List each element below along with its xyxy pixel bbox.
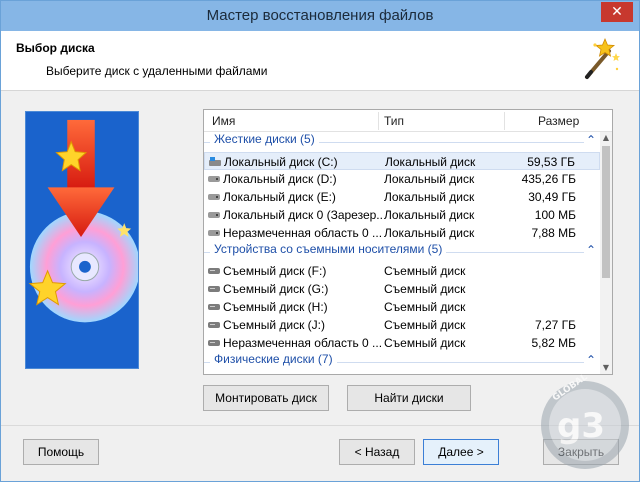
drive-name: Локальный диск 0 (Зарезер...	[223, 208, 383, 222]
drive-size: 59,53 ГБ	[527, 155, 575, 169]
list-item[interactable]: Локальный диск (C:) Локальный диск 59,53…	[204, 152, 600, 170]
next-button[interactable]: Далее >	[423, 439, 499, 465]
removable-drive-icon	[208, 304, 220, 310]
vertical-scrollbar[interactable]: ▲ ▼	[600, 132, 612, 374]
drive-name: Локальный диск (D:)	[223, 172, 337, 186]
collapse-chevron-icon[interactable]: ⌃	[586, 243, 596, 257]
drive-size: 30,49 ГБ	[528, 190, 576, 204]
drive-type: Съемный диск	[384, 336, 466, 350]
column-divider[interactable]	[378, 112, 379, 130]
removable-drive-icon	[208, 268, 220, 274]
list-rows: Жесткие диски (5) ⌃ Локальный диск (C:) …	[204, 132, 600, 372]
magic-wand-icon	[585, 37, 620, 79]
removable-drive-icon	[208, 286, 220, 292]
find-disks-button[interactable]: Найти диски	[347, 385, 471, 411]
list-item[interactable]: Неразмеченная область 0 ... Локальный ди…	[204, 224, 600, 242]
list-item[interactable]: Съемный диск (J:) Съемный диск 7,27 ГБ	[204, 316, 600, 334]
disk-list[interactable]: Имя Тип Размер Жесткие диски (5) ⌃ Локал…	[203, 109, 613, 375]
drive-type: Локальный диск	[385, 155, 476, 169]
drive-type: Съемный диск	[384, 282, 466, 296]
drive-type: Съемный диск	[384, 300, 466, 314]
list-item[interactable]: Локальный диск (D:) Локальный диск 435,2…	[204, 170, 600, 188]
removable-drive-icon	[208, 340, 220, 346]
column-name[interactable]: Имя	[212, 114, 235, 128]
drive-type: Съемный диск	[384, 318, 466, 332]
drive-size: 435,26 ГБ	[521, 172, 576, 186]
drive-type: Локальный диск	[384, 226, 475, 240]
scrollbar-thumb[interactable]	[602, 146, 610, 278]
drive-name: Съемный диск (G:)	[223, 282, 329, 296]
wizard-header: Выбор диска Выберите диск с удаленными ф…	[1, 31, 639, 91]
drive-type: Локальный диск	[384, 190, 475, 204]
drive-icon	[208, 176, 220, 182]
group-hard-drives[interactable]: Жесткие диски (5) ⌃	[204, 132, 600, 152]
group-label: Физические диски (7)	[210, 352, 337, 372]
column-divider[interactable]	[504, 112, 505, 130]
list-item[interactable]: Съемный диск (G:) Съемный диск	[204, 280, 600, 298]
drive-type: Съемный диск	[384, 264, 466, 278]
column-size[interactable]: Размер	[538, 114, 579, 128]
group-label: Жесткие диски (5)	[210, 132, 319, 152]
drive-size: 100 МБ	[534, 208, 576, 222]
recovery-artwork	[25, 111, 139, 369]
group-label: Устройства со съемными носителями (5)	[210, 242, 447, 262]
window-title: Мастер восстановления файлов	[206, 7, 434, 24]
list-item[interactable]: Съемный диск (F:) Съемный диск	[204, 262, 600, 280]
drive-icon	[208, 212, 220, 218]
drive-name: Неразмеченная область 0 ...	[223, 226, 383, 240]
drive-name: Локальный диск (E:)	[223, 190, 336, 204]
list-item[interactable]: Неразмеченная область 0 ... Съемный диск…	[204, 334, 600, 352]
drive-name: Съемный диск (F:)	[223, 264, 327, 278]
drive-size: 7,88 МБ	[531, 226, 576, 240]
collapse-chevron-icon[interactable]: ⌃	[586, 133, 596, 147]
scroll-up-arrow-icon[interactable]: ▲	[600, 132, 612, 144]
system-drive-icon	[209, 157, 221, 166]
drive-name: Локальный диск (C:)	[224, 155, 338, 169]
page-title: Выбор диска	[16, 41, 95, 55]
drive-icon	[208, 230, 220, 236]
wizard-window: Мастер восстановления файлов ✕ Выбор дис…	[0, 0, 640, 482]
column-type[interactable]: Тип	[384, 114, 404, 128]
list-item[interactable]: Локальный диск (E:) Локальный диск 30,49…	[204, 188, 600, 206]
drive-size: 7,27 ГБ	[534, 318, 576, 332]
drive-name: Неразмеченная область 0 ...	[223, 336, 383, 350]
list-item[interactable]: Съемный диск (H:) Съемный диск	[204, 298, 600, 316]
drive-name: Съемный диск (H:)	[223, 300, 328, 314]
removable-drive-icon	[208, 322, 220, 328]
drive-type: Локальный диск	[384, 208, 475, 222]
group-removable-devices[interactable]: Устройства со съемными носителями (5) ⌃	[204, 242, 600, 262]
collapse-chevron-icon[interactable]: ⌃	[586, 353, 596, 367]
drive-size: 5,82 МБ	[531, 336, 576, 350]
back-button[interactable]: < Назад	[339, 439, 415, 465]
title-bar[interactable]: Мастер восстановления файлов ✕	[1, 1, 639, 31]
drive-name: Съемный диск (J:)	[223, 318, 325, 332]
site-watermark-logo: g3 GLOBAL	[541, 372, 629, 469]
help-button[interactable]: Помощь	[23, 439, 99, 465]
drive-type: Локальный диск	[384, 172, 475, 186]
page-subtitle: Выберите диск с удаленными файлами	[46, 64, 268, 78]
mount-disk-button[interactable]: Монтировать диск	[203, 385, 329, 411]
list-column-header: Имя Тип Размер	[204, 110, 612, 132]
list-item[interactable]: Локальный диск 0 (Зарезер... Локальный д…	[204, 206, 600, 224]
drive-icon	[208, 194, 220, 200]
window-close-button[interactable]: ✕	[601, 2, 633, 22]
svg-text:g3: g3	[557, 406, 605, 446]
